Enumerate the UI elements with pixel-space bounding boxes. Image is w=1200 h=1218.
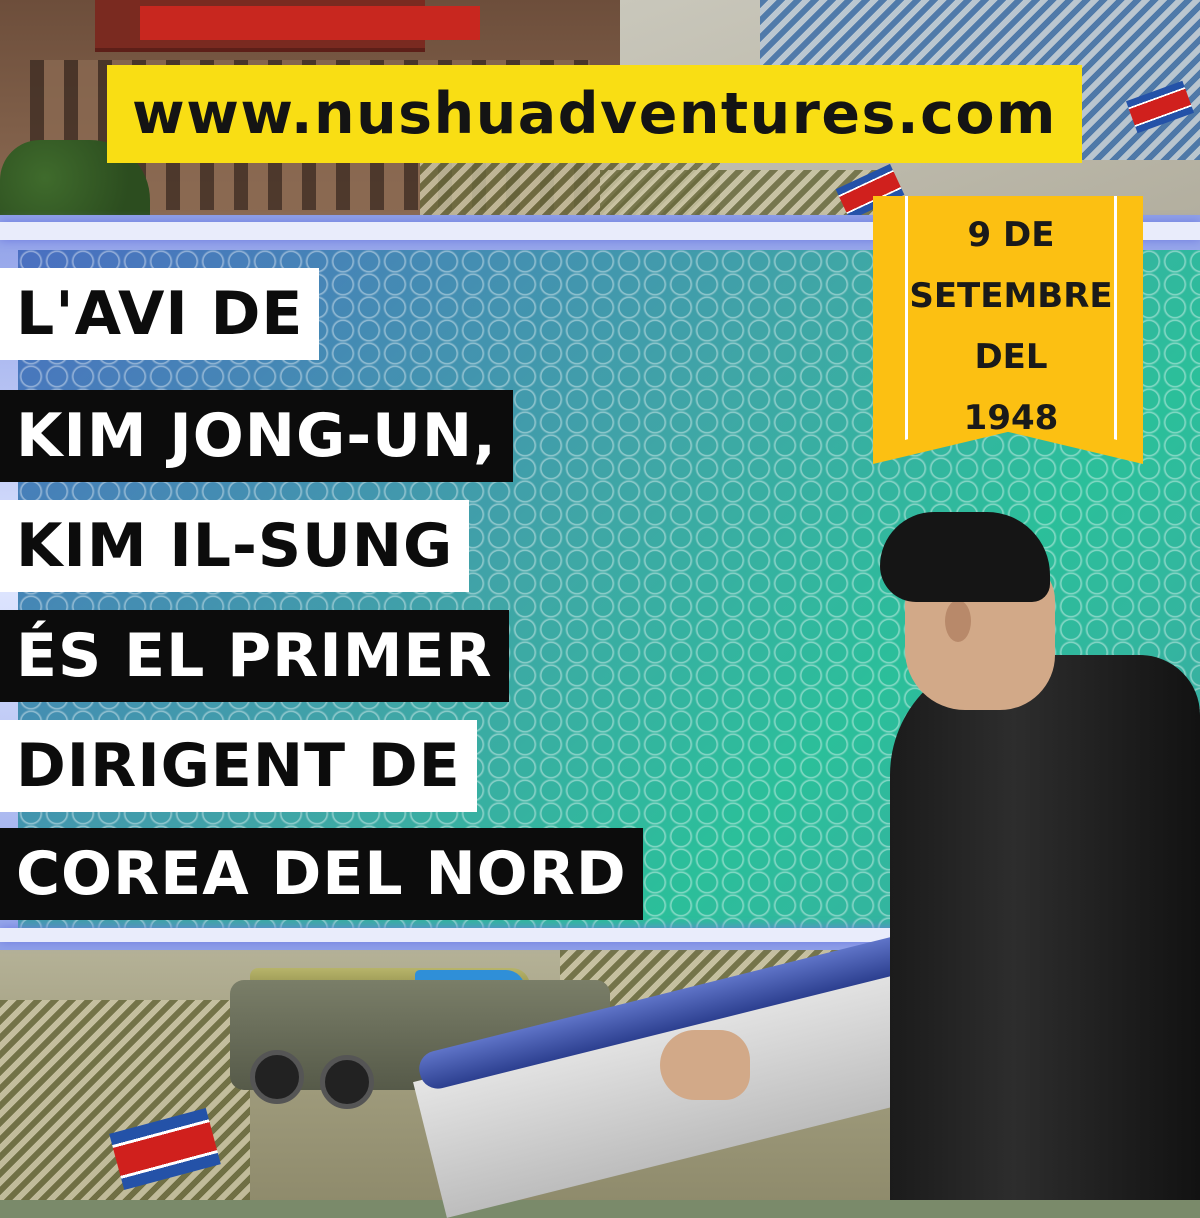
date-line: DEL (974, 337, 1048, 377)
headline-line: KIM IL-SUNG (0, 500, 470, 592)
headline-line: COREA DEL NORD (0, 828, 643, 920)
headline-line: KIM JONG-UN, (0, 390, 513, 482)
website-banner[interactable]: www.nushuadventures.com (107, 65, 1082, 163)
website-url[interactable]: www.nushuadventures.com (132, 81, 1057, 147)
headline-line: ÉS EL PRIMER (0, 610, 509, 702)
truck-wheel (250, 1050, 304, 1104)
leader-figure-hand (660, 1030, 750, 1100)
date-line: SETEMBRE (909, 276, 1113, 316)
headline-line: L'AVI DE (0, 268, 320, 360)
leader-figure-ear (945, 600, 971, 642)
red-slogan-banner (140, 6, 480, 40)
leader-figure-coat (890, 655, 1200, 1200)
truck-wheel (320, 1055, 374, 1109)
date-line: 1948 (963, 398, 1059, 438)
headline-line: DIRIGENT DE (0, 720, 477, 812)
leader-figure-hair (880, 512, 1050, 602)
date-ribbon-text: 9 DE SETEMBRE DEL 1948 (905, 205, 1117, 449)
date-line: 9 DE (967, 215, 1055, 255)
